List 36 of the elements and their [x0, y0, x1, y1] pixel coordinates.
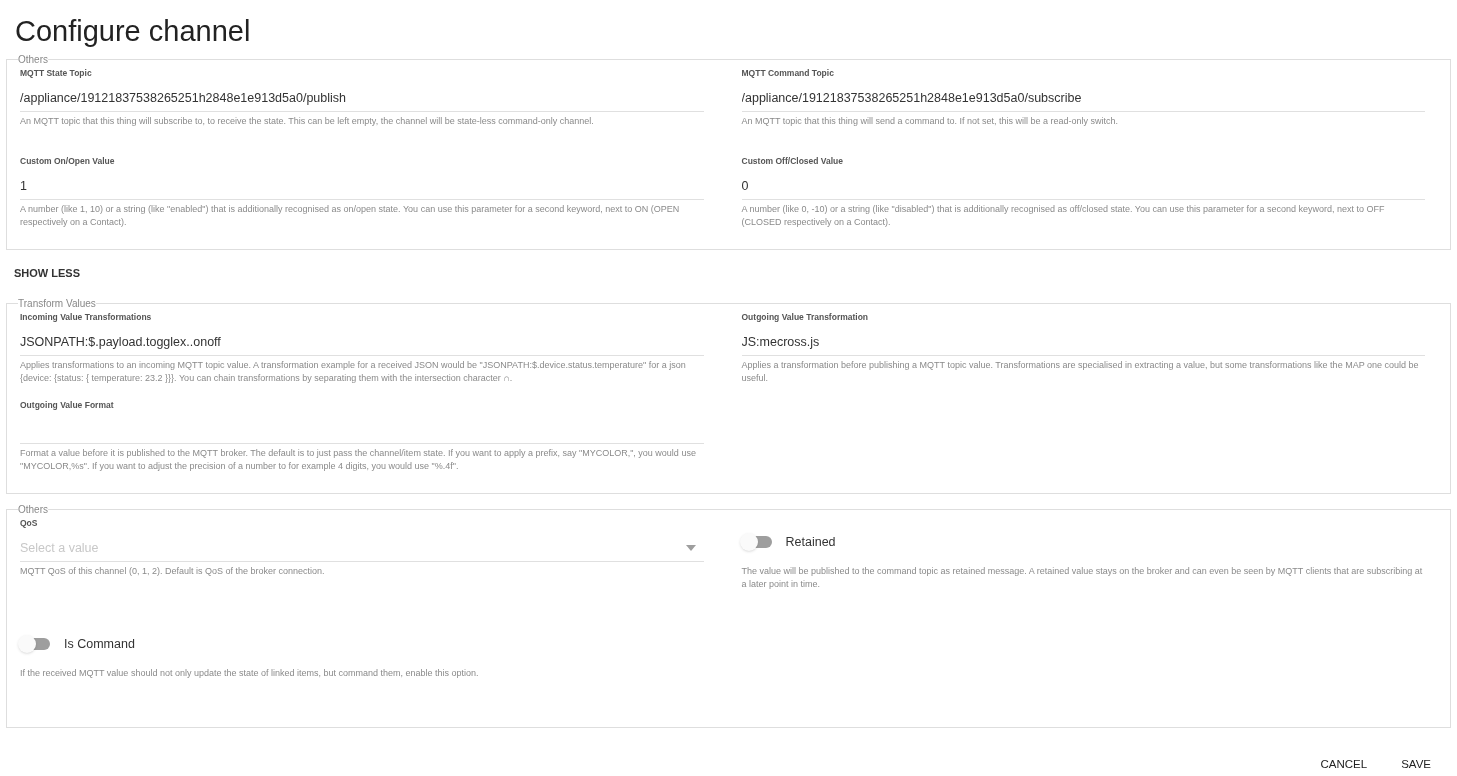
field-description: If the received MQTT value should not only update the state of linked items, but command them, enable this option. — [20, 666, 480, 680]
caret-icon — [685, 545, 696, 552]
input-field[interactable]: /appliance/19121837538265251h2848e1e913d5a0/publish — [20, 88, 704, 112]
section-legend: Transform Values — [18, 296, 96, 311]
field-label: Outgoing Value Format — [20, 399, 114, 412]
page-title: Configure channel — [14, 14, 251, 49]
field-label: QoS — [20, 517, 38, 530]
field-description: MQTT QoS of this channel (0, 1, 2). Default is QoS of the broker connection. — [20, 564, 326, 578]
field-description: The value will be published to the command topic as retained message. A retained value stays on the broker and can even be seen by MQTT clients that are subscribing at a later point in time. — [741, 564, 1424, 591]
field-label: Outgoing Value Transformation — [741, 311, 869, 324]
input-field[interactable]: JS:mecross.js — [741, 332, 1425, 356]
field-description: Format a value before it is published to the MQTT broker. The default is to just pass the channel/item state. If you want to apply a prefix, say "MYCOLOR,", you would use "MYCOLOR,%s". If you want to adjust the precision of a number to for example 4 digits, you would use "%.4f". — [20, 446, 697, 473]
toggle-switch[interactable] — [20, 638, 50, 651]
field-description: An MQTT topic that this thing will subscribe to, to receive the state. This can be left empty, the channel will be state-less command-only channel. — [20, 114, 595, 128]
field-label: MQTT Command Topic — [741, 67, 834, 80]
input-field[interactable]: 1 — [20, 176, 704, 200]
toggle-switch[interactable] — [741, 536, 772, 549]
field-description: An MQTT topic that this thing will send a command to. If not set, this will be a read-only switch. — [741, 114, 1119, 128]
field-label: Custom On/Open Value — [20, 155, 115, 168]
toggle-label: Retained — [785, 534, 836, 551]
field-description: A number (like 0, -10) or a string (like "disabled") that is additionally recognised as off/closed state. You can use this parameter for a second keyword, next to OFF (CLOSED respectively on a Contact). — [741, 202, 1386, 229]
section-legend: Others — [18, 52, 48, 67]
input-field[interactable]: /appliance/19121837538265251h2848e1e913d5a0/subscribe — [741, 88, 1425, 112]
dialog-button[interactable]: SAVE — [1389, 750, 1443, 776]
dialog-button[interactable]: CANCEL — [1308, 750, 1380, 776]
show-less-button[interactable]: SHOW LESS — [14, 264, 80, 282]
field-label: Incoming Value Transformations — [20, 311, 152, 324]
field-description: Applies a transformation before publishing a MQTT topic value. Transformations are specialised in extracting a value, but some transformations like the MAP one could be useful. — [741, 358, 1420, 385]
field-description: A number (like 1, 10) or a string (like "enabled") that is additionally recognised as on/open state. You can use this parameter for a second keyword, next to ON (OPEN respectively on a Contact). — [20, 202, 681, 229]
toggle-label: Is Command — [64, 636, 135, 653]
section-legend: Others — [18, 502, 48, 517]
input-field[interactable]: JSONPATH:$.payload.togglex..onoff — [20, 332, 704, 356]
field-label: MQTT State Topic — [20, 67, 92, 80]
field-description: Applies transformations to an incoming MQTT topic value. A transformation example for a received JSON would be "JSONPATH:$.device.status.temperature" for a json {device: {status: { temperature: 23.2 }}}. You can chain transformations by separating them with the intersection character ∩. — [20, 358, 687, 385]
input-field[interactable]: 0 — [741, 176, 1425, 200]
field-label: Custom Off/Closed Value — [741, 155, 844, 168]
